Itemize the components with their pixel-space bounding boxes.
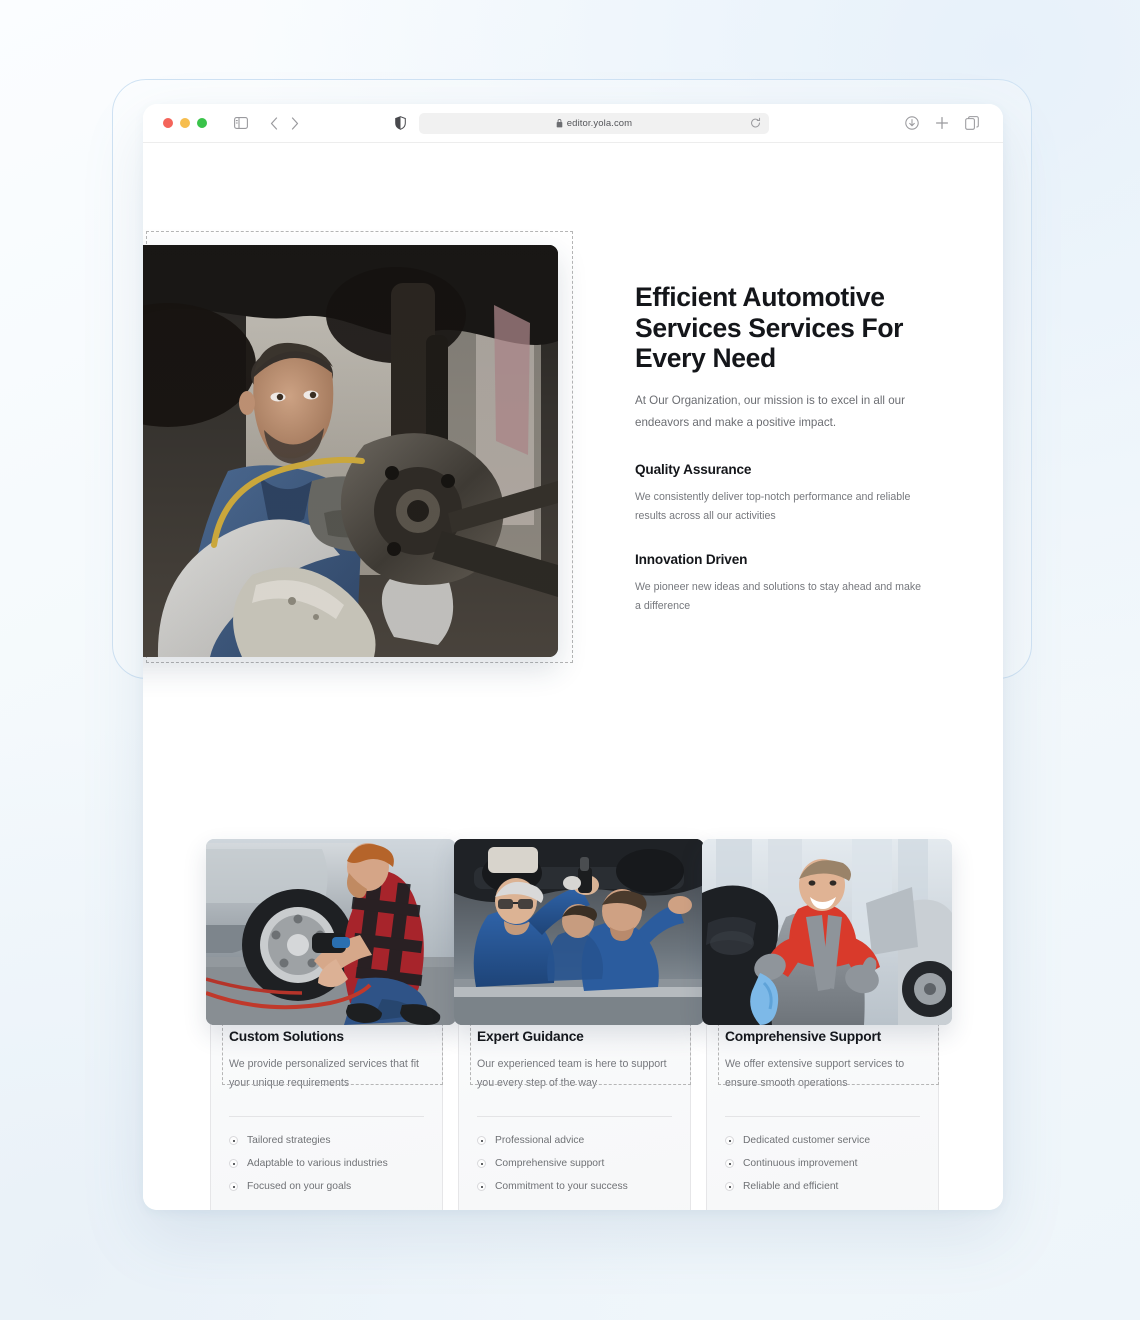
traffic-lights [163, 118, 207, 128]
card-comprehensive-support: Comprehensive Support We offer extensive… [702, 839, 952, 1210]
card-divider [725, 1116, 920, 1117]
card-description: Our experienced team is here to support … [477, 1058, 667, 1089]
page-title: Efficient Automotive Services Services F… [635, 282, 904, 373]
list-item: Adaptable to various industries [229, 1158, 424, 1169]
url-text: editor.yola.com [566, 117, 633, 129]
card-title: Expert Guidance [477, 1029, 584, 1044]
list-item: Dedicated customer service [725, 1135, 920, 1146]
feature-title: Innovation Driven [635, 551, 748, 567]
tab-overview-icon[interactable] [965, 116, 979, 130]
feature-quality-assurance: Quality Assurance We consistently delive… [635, 462, 935, 526]
forward-chevron-icon[interactable] [291, 116, 299, 130]
plus-icon[interactable] [935, 116, 949, 130]
list-item: Commitment to your success [477, 1181, 672, 1192]
bullet-dot-icon [477, 1159, 486, 1168]
card-bullet-list: Professional advice Comprehensive suppor… [477, 1135, 672, 1192]
hero-section: Efficient Automotive Services Services F… [143, 188, 1003, 678]
bullet-dot-icon [229, 1159, 238, 1168]
back-chevron-icon[interactable] [270, 116, 278, 130]
reload-icon[interactable] [750, 117, 761, 129]
card-divider [477, 1116, 672, 1117]
list-item: Professional advice [477, 1135, 672, 1146]
bullet-dot-icon [725, 1136, 734, 1145]
card-description: We offer extensive support services to e… [725, 1058, 905, 1089]
bullet-dot-icon [725, 1182, 734, 1191]
download-icon[interactable] [905, 116, 919, 130]
card-image[interactable] [206, 839, 456, 1025]
feature-body: We consistently deliver top-notch perfor… [635, 490, 911, 522]
feature-body: We pioneer new ideas and solutions to st… [635, 580, 922, 612]
list-item: Tailored strategies [229, 1135, 424, 1146]
list-item-label: Tailored strategies [247, 1135, 331, 1146]
bullet-dot-icon [477, 1136, 486, 1145]
privacy-shield-icon[interactable] [395, 116, 406, 130]
page-canvas: Efficient Automotive Services Services F… [143, 143, 1003, 1210]
card-expert-guidance: Expert Guidance Our experienced team is … [454, 839, 704, 1210]
list-item-label: Dedicated customer service [743, 1135, 871, 1146]
list-item-label: Professional advice [495, 1135, 585, 1146]
bullet-dot-icon [477, 1182, 486, 1191]
zoom-traffic-light-icon[interactable] [197, 118, 207, 128]
card-title: Comprehensive Support [725, 1029, 882, 1044]
hero-lede: At Our Organization, our mission is to e… [635, 393, 905, 429]
feature-innovation-driven: Innovation Driven We pioneer new ideas a… [635, 552, 935, 616]
bullet-dot-icon [229, 1136, 238, 1145]
card-description: We provide personalized services that fi… [229, 1058, 419, 1089]
bullet-dot-icon [725, 1159, 734, 1168]
hero-image[interactable] [143, 245, 558, 657]
lock-icon [556, 118, 563, 128]
bullet-dot-icon [229, 1182, 238, 1191]
card-custom-solutions: Custom Solutions We provide personalized… [206, 839, 456, 1210]
feature-title: Quality Assurance [635, 461, 752, 477]
list-item-label: Continuous improvement [743, 1158, 858, 1169]
card-bullet-list: Dedicated customer service Continuous im… [725, 1135, 920, 1192]
browser-toolbar: editor.yola.com [143, 104, 1003, 143]
list-item-label: Comprehensive support [495, 1158, 605, 1169]
card-image[interactable] [454, 839, 704, 1025]
list-item: Continuous improvement [725, 1158, 920, 1169]
list-item-label: Commitment to your success [495, 1181, 628, 1192]
browser-window: editor.yola.com Efficient Automotive Ser… [143, 104, 1003, 1210]
list-item-label: Reliable and efficient [743, 1181, 839, 1192]
card-title: Custom Solutions [229, 1029, 344, 1044]
card-divider [229, 1116, 424, 1117]
sidebar-toggle-icon[interactable] [234, 117, 248, 129]
list-item: Focused on your goals [229, 1181, 424, 1192]
navigation-buttons [270, 116, 299, 130]
toolbar-right-icons [905, 116, 989, 130]
list-item-label: Adaptable to various industries [247, 1158, 388, 1169]
list-item-label: Focused on your goals [247, 1181, 352, 1192]
address-bar[interactable]: editor.yola.com [419, 112, 769, 134]
list-item: Reliable and efficient [725, 1181, 920, 1192]
minimize-traffic-light-icon[interactable] [180, 118, 190, 128]
card-image[interactable] [702, 839, 952, 1025]
service-cards: Custom Solutions We provide personalized… [206, 839, 952, 1210]
close-traffic-light-icon[interactable] [163, 118, 173, 128]
card-bullet-list: Tailored strategies Adaptable to various… [229, 1135, 424, 1192]
hero-text-block: Efficient Automotive Services Services F… [635, 282, 935, 616]
list-item: Comprehensive support [477, 1158, 672, 1169]
